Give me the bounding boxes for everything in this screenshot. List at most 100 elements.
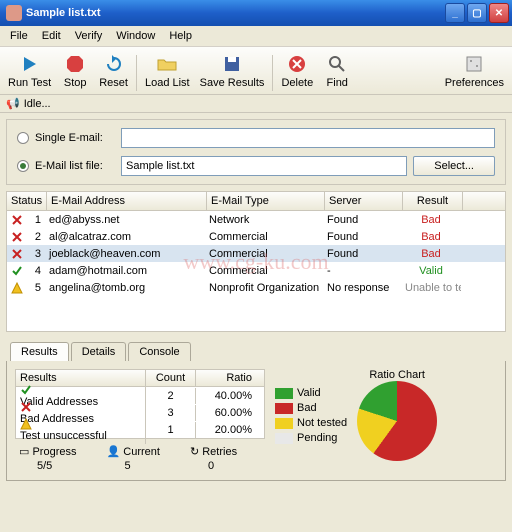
input-panel: Single E-mail: E-Mail list file: Sample … [6,119,506,185]
save-results-label: Save Results [200,77,265,89]
ratio-chart-col: Ratio Chart [357,369,437,472]
maximize-button[interactable]: ▢ [467,3,487,23]
progress-stat: ▭ Progress 5/5 [19,445,77,472]
delete-button[interactable]: Delete [277,50,317,91]
col-server[interactable]: Server [325,192,403,210]
tab-bar: Results Details Console [6,342,506,361]
menu-window[interactable]: Window [110,28,161,44]
single-email-label: Single E-mail: [35,132,115,144]
email-cell: adam@hotmail.com [45,264,205,278]
menu-edit[interactable]: Edit [36,28,67,44]
legend-nottested-swatch [275,418,293,429]
status-icon [7,281,27,295]
legend-pending-swatch [275,433,293,444]
result-cell: Valid [401,264,461,278]
close-button[interactable]: ✕ [489,3,509,23]
row-number: 4 [27,264,45,278]
menu-bar: File Edit Verify Window Help [0,26,512,47]
search-icon [325,52,349,76]
list-file-input[interactable]: Sample list.txt [121,156,407,176]
retries-stat: ↻ Retries 0 [190,445,237,472]
results-grid: Status E-Mail Address E-Mail Type Server… [6,191,506,332]
grid-header: Status E-Mail Address E-Mail Type Server… [7,192,505,211]
select-file-button[interactable]: Select... [413,156,495,176]
status-line: 📢 Idle... [0,95,512,113]
tab-details[interactable]: Details [71,342,127,361]
find-button[interactable]: Find [319,50,355,91]
folder-open-icon [155,52,179,76]
legend-valid-swatch [275,388,293,399]
summary-count: 2 [146,388,196,404]
stop-button[interactable]: Stop [57,50,93,91]
legend-valid: Valid [297,387,321,399]
legend-nottested: Not tested [297,417,347,429]
play-icon [18,52,42,76]
menu-help[interactable]: Help [163,28,198,44]
window-title: Sample list.txt [26,7,445,19]
col-result[interactable]: Result [403,192,463,210]
list-file-radio[interactable] [17,160,29,172]
current-label: Current [123,446,160,458]
table-row[interactable]: 1ed@abyss.netNetworkFoundBad [7,211,505,228]
legend-pending: Pending [297,432,337,444]
tab-results[interactable]: Results [10,342,69,361]
row-number: 3 [27,247,45,261]
table-row[interactable]: 3joeblack@heaven.comCommercialFoundBad [7,245,505,262]
toolbar-separator [136,55,137,91]
legend-bad-swatch [275,403,293,414]
status-icon [7,230,27,244]
minimize-button[interactable]: _ [445,3,465,23]
summary-row: Test unsuccessful120.00% [16,421,264,438]
load-list-button[interactable]: Load List [141,50,194,91]
server-cell: Found [323,230,401,244]
legend-bad: Bad [297,402,317,414]
summary-table: Results Count Ratio Valid Addresses240.0… [15,369,265,439]
table-row[interactable]: 5angelina@tomb.orgNonprofit Organization… [7,279,505,296]
ratio-pie-chart [357,381,437,461]
grid-body[interactable]: www.cg-ku.com 1ed@abyss.netNetworkFoundB… [7,211,505,331]
col-email[interactable]: E-Mail Address [47,192,207,210]
single-email-radio[interactable] [17,132,29,144]
row-number: 1 [27,213,45,227]
table-row[interactable]: 2al@alcatraz.comCommercialFoundBad [7,228,505,245]
summary-ratio: 60.00% [196,405,256,421]
summary-ratio: 20.00% [196,422,256,438]
server-cell: No response [323,281,401,295]
delete-label: Delete [281,77,313,89]
summary-col-ratio: Ratio [196,370,256,386]
reset-label: Reset [99,77,128,89]
col-status[interactable]: Status [7,192,47,210]
progress-label: Progress [32,446,76,458]
email-cell: al@alcatraz.com [45,230,205,244]
type-cell: Commercial [205,230,323,244]
type-cell: Commercial [205,247,323,261]
title-bar: Sample list.txt _ ▢ ✕ [0,0,512,26]
reset-icon [102,52,126,76]
server-cell: Found [323,247,401,261]
reset-button[interactable]: Reset [95,50,132,91]
load-list-label: Load List [145,77,190,89]
progress-value: 5/5 [19,460,52,472]
save-icon [220,52,244,76]
menu-verify[interactable]: Verify [69,28,109,44]
sound-icon: 📢 [6,97,20,110]
tab-console[interactable]: Console [128,342,190,361]
single-email-input[interactable] [121,128,495,148]
col-type[interactable]: E-Mail Type [207,192,325,210]
stop-label: Stop [64,77,87,89]
legend: Valid Bad Not tested Pending [275,387,347,472]
status-icon [7,247,27,261]
menu-file[interactable]: File [4,28,34,44]
results-panel: Results Count Ratio Valid Addresses240.0… [6,361,506,481]
table-row[interactable]: 4adam@hotmail.comCommercial-Valid [7,262,505,279]
delete-icon [285,52,309,76]
preferences-button[interactable]: Preferences [441,50,508,91]
type-cell: Commercial [205,264,323,278]
app-icon [6,5,22,21]
email-cell: angelina@tomb.org [45,281,205,295]
save-results-button[interactable]: Save Results [196,50,269,91]
current-value: 5 [107,460,131,472]
run-test-button[interactable]: Run Test [4,50,55,91]
list-file-value: Sample list.txt [126,160,194,172]
retries-label: Retries [202,446,237,458]
